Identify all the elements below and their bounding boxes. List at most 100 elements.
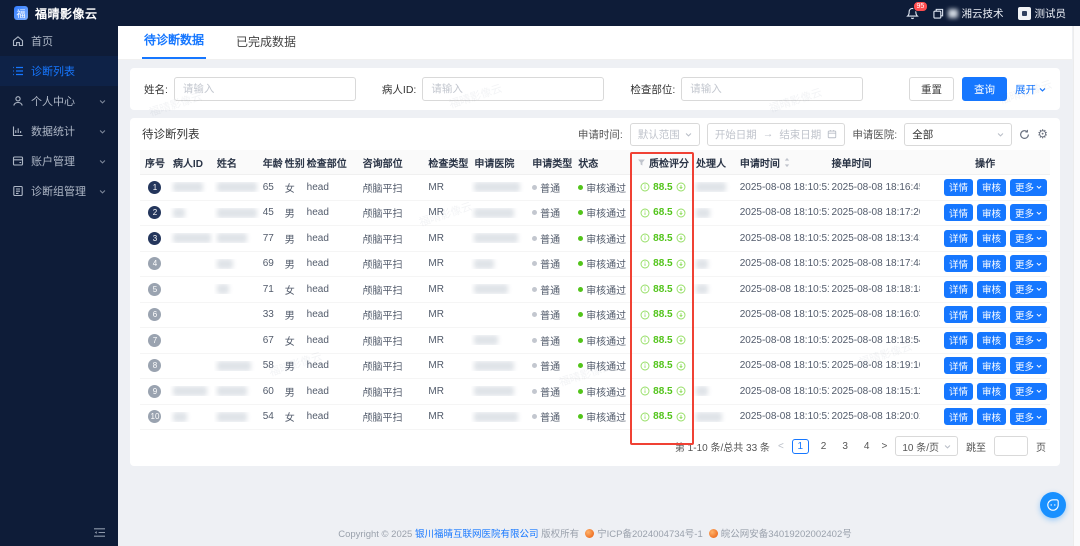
company-link[interactable]: 银川福晴互联网医院有限公司: [415, 529, 539, 540]
audit-button[interactable]: 审核: [977, 229, 1007, 247]
table-row[interactable]: 5 71 女 head 颅脑平扫 MR 普通 审核通过 88.5 2025-08…: [140, 277, 1050, 303]
notifications-button[interactable]: 95: [905, 0, 929, 20]
page-4[interactable]: 4: [860, 440, 874, 453]
scrollbar[interactable]: [1073, 26, 1080, 546]
name-filter-input[interactable]: [173, 77, 356, 101]
audit-button[interactable]: 审核: [977, 408, 1007, 426]
table-row[interactable]: 10 54 女 head 颅脑平扫 MR 普通 审核通过 88.5 2025-0…: [140, 405, 1050, 430]
tab-completed-data[interactable]: 已完成数据: [234, 25, 298, 59]
page-1[interactable]: 1: [791, 438, 809, 454]
audit-button[interactable]: 审核: [977, 255, 1007, 273]
user-menu[interactable]: 测试员: [1017, 6, 1067, 21]
score-info-icon[interactable]: [640, 310, 650, 320]
tab-pending-data[interactable]: 待诊断数据: [142, 23, 207, 59]
more-button[interactable]: 更多: [1010, 306, 1048, 324]
audit-button[interactable]: 审核: [977, 178, 1007, 196]
table-row[interactable]: 7 67 女 head 颅脑平扫 MR 普通 审核通过 88.5 2025-08…: [140, 328, 1050, 354]
more-button[interactable]: 更多: [1010, 280, 1048, 298]
detail-button[interactable]: 详情: [943, 357, 973, 375]
more-button[interactable]: 更多: [1010, 408, 1048, 426]
filter-icon[interactable]: [637, 158, 646, 167]
audit-button[interactable]: 审核: [977, 280, 1007, 298]
more-button[interactable]: 更多: [1010, 255, 1048, 273]
audit-button[interactable]: 审核: [977, 357, 1007, 375]
score-info-icon[interactable]: [640, 182, 650, 192]
table-row[interactable]: 2 45 男 head 颅脑平扫 MR 普通 审核通过 68.5 2025-08…: [140, 201, 1050, 226]
score-trend-icon[interactable]: [676, 233, 686, 243]
score-trend-icon[interactable]: [676, 335, 686, 345]
score-info-icon[interactable]: [640, 412, 650, 422]
detail-button[interactable]: 详情: [943, 178, 973, 196]
reset-button[interactable]: 重置: [909, 77, 954, 101]
table-row[interactable]: 6 33 男 head 颅脑平扫 MR 普通 审核通过 88.5 2025-08…: [140, 303, 1050, 328]
detail-button[interactable]: 详情: [943, 331, 973, 349]
score-info-icon[interactable]: [640, 361, 650, 371]
customer-service-button[interactable]: [1040, 492, 1066, 518]
audit-button[interactable]: 审核: [977, 204, 1007, 222]
score-trend-icon[interactable]: [676, 259, 686, 269]
next-page-button[interactable]: >: [881, 441, 887, 452]
score-info-icon[interactable]: [640, 259, 650, 269]
table-row[interactable]: 3 77 男 head 颅脑平扫 MR 普通 审核通过 88.5 2025-08…: [140, 226, 1050, 252]
score-trend-icon[interactable]: [676, 412, 686, 422]
score-info-icon[interactable]: [640, 284, 650, 294]
gender-cell: 男: [284, 311, 295, 323]
table-row[interactable]: 4 69 男 head 颅脑平扫 MR 普通 审核通过 88.5 2025-08…: [140, 252, 1050, 277]
date-range-picker[interactable]: 开始日期 → 结束日期: [706, 122, 846, 146]
detail-button[interactable]: 详情: [943, 204, 973, 222]
audit-button[interactable]: 审核: [977, 331, 1007, 349]
detail-button[interactable]: 详情: [943, 255, 973, 273]
expand-toggle[interactable]: 展开: [1015, 82, 1046, 97]
table-row[interactable]: 1 65 女 head 颅脑平扫 MR 普通 审核通过 88.5 2025-08…: [140, 175, 1050, 201]
more-button[interactable]: 更多: [1010, 204, 1048, 222]
more-button[interactable]: 更多: [1010, 178, 1048, 196]
page-size-select[interactable]: 10 条/页: [895, 436, 958, 456]
score-info-icon[interactable]: [640, 233, 650, 243]
table-row[interactable]: 9 60 男 head 颅脑平扫 MR 普通 审核通过 88.5 2025-08…: [140, 379, 1050, 405]
score-trend-icon[interactable]: [676, 182, 686, 192]
date-range-preset-select[interactable]: 默认范围: [629, 122, 700, 146]
more-button[interactable]: 更多: [1010, 382, 1048, 400]
hospital-select[interactable]: 全部: [904, 122, 1013, 146]
column-settings-button[interactable]: ⚙: [1037, 128, 1048, 140]
body-part-filter-input[interactable]: [681, 77, 864, 101]
more-button[interactable]: 更多: [1010, 229, 1048, 247]
sidebar-item-home[interactable]: 首页: [0, 26, 118, 56]
prev-page-button[interactable]: <: [778, 441, 784, 452]
detail-button[interactable]: 详情: [943, 280, 973, 298]
audit-button[interactable]: 审核: [977, 306, 1007, 324]
org-switcher[interactable]: 湘云技术: [932, 6, 1004, 21]
sidebar-item-data-statistics[interactable]: 数据统计: [0, 116, 118, 146]
table-row[interactable]: 8 58 男 head 颅脑平扫 MR 普通 审核通过 88.5 2025-08…: [140, 354, 1050, 379]
detail-button[interactable]: 详情: [943, 408, 973, 426]
sidebar-item-account-management[interactable]: 账户管理: [0, 146, 118, 176]
score-trend-icon[interactable]: [676, 284, 686, 294]
sidebar-collapse-button[interactable]: [93, 527, 106, 538]
patient-id-filter-input[interactable]: [422, 77, 605, 101]
score-info-icon[interactable]: [640, 208, 650, 218]
sidebar-item-diagnosis-list[interactable]: 诊断列表: [0, 56, 118, 86]
sort-icon[interactable]: [783, 157, 791, 168]
score-trend-icon[interactable]: [676, 386, 686, 396]
score-info-icon[interactable]: [640, 386, 650, 396]
avatar: [1017, 6, 1031, 20]
score-trend-icon[interactable]: [676, 208, 686, 218]
status-cell: 审核通过: [575, 180, 633, 195]
page-3[interactable]: 3: [838, 440, 852, 453]
more-button[interactable]: 更多: [1010, 357, 1048, 375]
search-button[interactable]: 查询: [962, 77, 1007, 101]
jump-page-input[interactable]: [994, 436, 1028, 456]
sidebar-item-diagnosis-group[interactable]: 诊断组管理: [0, 176, 118, 206]
detail-button[interactable]: 详情: [943, 229, 973, 247]
audit-button[interactable]: 审核: [977, 382, 1007, 400]
more-button[interactable]: 更多: [1010, 331, 1048, 349]
page-2[interactable]: 2: [817, 440, 831, 453]
detail-button[interactable]: 详情: [943, 382, 973, 400]
score-trend-icon[interactable]: [676, 310, 686, 320]
score-info-icon[interactable]: [640, 335, 650, 345]
sidebar-item-personal-center[interactable]: 个人中心: [0, 86, 118, 116]
score-trend-icon[interactable]: [676, 361, 686, 371]
detail-button[interactable]: 详情: [943, 306, 973, 324]
user-name: 测试员: [1034, 7, 1067, 20]
refresh-button[interactable]: [1019, 129, 1030, 140]
